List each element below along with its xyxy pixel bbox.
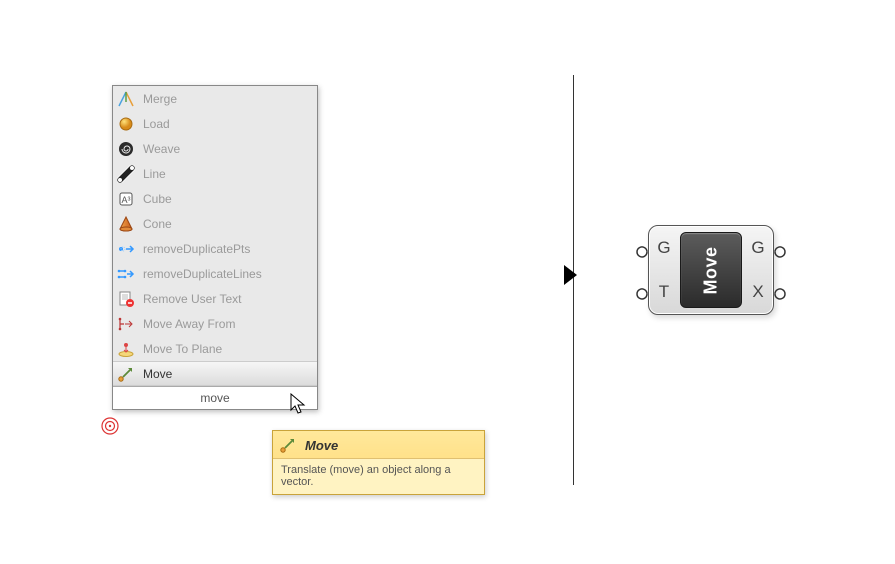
grip-icon [774, 288, 786, 300]
menu-item-label: Move Away From [143, 317, 235, 331]
menu-item-cube[interactable]: A³ Cube [113, 186, 317, 211]
menu-item-label: Cube [143, 192, 172, 206]
component-body[interactable]: G T Move G X [648, 225, 774, 315]
svg-text:A³: A³ [122, 195, 131, 205]
component-inputs: G T [649, 226, 679, 314]
tooltip-title: Move [305, 438, 338, 453]
menu-item-label: removeDuplicateLines [143, 267, 262, 281]
line-node-icon [117, 165, 135, 183]
grip-icon [636, 288, 648, 300]
menu-item-label: Cone [143, 217, 172, 231]
move-plane-icon [117, 340, 135, 358]
component-name: Move [700, 246, 721, 294]
dup-lines-icon [117, 265, 135, 283]
component-outputs: G X [743, 226, 773, 314]
menu-item-label: Line [143, 167, 166, 181]
menu-item-label: Merge [143, 92, 177, 106]
menu-item-removeduplicatepts[interactable]: removeDuplicatePts [113, 236, 317, 261]
output-port-x[interactable]: X [752, 282, 763, 302]
search-input[interactable]: move [113, 386, 317, 409]
input-port-g[interactable]: G [657, 238, 670, 258]
move-arrow-icon [117, 365, 135, 383]
menu-item-label: Move [143, 367, 172, 381]
remove-text-icon [117, 290, 135, 308]
input-grips[interactable] [636, 240, 648, 300]
grip-icon [636, 246, 648, 258]
cube-icon: A³ [117, 190, 135, 208]
search-input-value: move [200, 391, 229, 405]
spiral-icon [117, 140, 135, 158]
move-component[interactable]: G T Move G X [636, 225, 786, 315]
cone-icon [117, 215, 135, 233]
menu-item-label: Weave [143, 142, 180, 156]
grip-icon [774, 246, 786, 258]
search-menu: Merge Load Weave Line A³ Cube [112, 85, 318, 410]
menu-item-label: Load [143, 117, 170, 131]
menu-item-cone[interactable]: Cone [113, 211, 317, 236]
menu-item-label: Move To Plane [143, 342, 222, 356]
menu-item-movetoplane[interactable]: Move To Plane [113, 336, 317, 361]
menu-item-merge[interactable]: Merge [113, 86, 317, 111]
menu-item-removeduplicatelines[interactable]: removeDuplicateLines [113, 261, 317, 286]
move-away-icon [117, 315, 135, 333]
menu-item-line[interactable]: Line [113, 161, 317, 186]
menu-item-moveawayfrom[interactable]: Move Away From [113, 311, 317, 336]
dup-pts-icon [117, 240, 135, 258]
menu-item-move[interactable]: Move [113, 361, 317, 386]
right-arrow-icon [564, 265, 577, 285]
component-core[interactable]: Move [680, 232, 742, 308]
menu-item-label: Remove User Text [143, 292, 241, 306]
menu-item-removeusertext[interactable]: Remove User Text [113, 286, 317, 311]
output-port-g[interactable]: G [751, 238, 764, 258]
menu-item-load[interactable]: Load [113, 111, 317, 136]
tooltip-body: Translate (move) an object along a vecto… [273, 459, 484, 494]
move-arrow-icon [279, 436, 297, 454]
menu-item-weave[interactable]: Weave [113, 136, 317, 161]
menu-item-label: removeDuplicatePts [143, 242, 250, 256]
output-grips[interactable] [774, 240, 786, 300]
target-icon [100, 416, 120, 436]
tooltip: Move Translate (move) an object along a … [272, 430, 485, 495]
input-port-t[interactable]: T [659, 282, 669, 302]
sphere-icon [117, 115, 135, 133]
merge-icon [117, 90, 135, 108]
